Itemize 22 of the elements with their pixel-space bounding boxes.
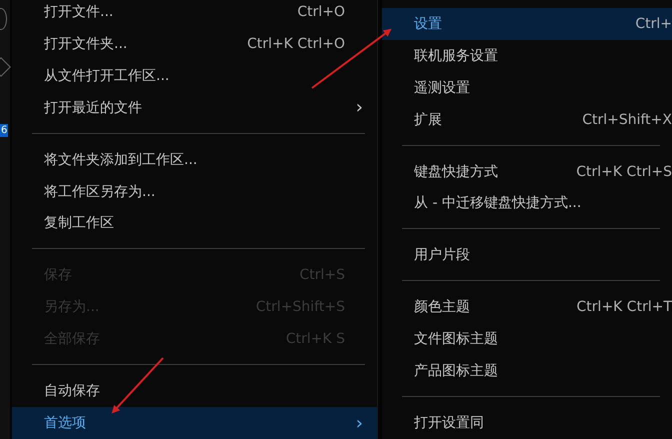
annotation-arrow [112,357,164,414]
menu-item[interactable]: 键盘快捷方式 Ctrl+K Ctrl+S [382,156,672,188]
menu-item[interactable]: 从文件打开工作区... [12,60,377,92]
menu-item[interactable]: 遥测设置 [382,72,672,104]
menu-item[interactable]: 自动保存 [12,375,377,408]
menu-item[interactable]: 从 - 中迁移键盘快捷方式... [382,188,672,220]
menu-item[interactable]: 打开文件... Ctrl+O [12,0,377,28]
menu-item[interactable]: 扩展 Ctrl+Shift+X [382,104,672,136]
menu-item[interactable]: 产品图标主题 [382,355,672,388]
menu-item[interactable]: 打开最近的文件 › [12,92,377,124]
menu-item[interactable]: 设置 Ctrl+ [382,8,672,40]
menu-item[interactable]: 首选项 › [12,407,377,439]
menu-item[interactable]: 颜色主题 Ctrl+K Ctrl+T [382,291,672,324]
menu-item[interactable]: 联机服务设置 [382,40,672,72]
menu-item[interactable]: 用户片段 [382,239,672,272]
notification-badge: 6 [0,124,8,137]
menu-item[interactable]: 复制工作区 [12,208,377,240]
menu-item[interactable]: 文件图标主题 [382,323,672,356]
menu-item[interactable]: 将工作区另存为... [12,176,377,208]
menu-item[interactable]: 打开设置同 [382,407,672,439]
menu-item[interactable]: 将文件夹添加到工作区... [12,144,377,176]
menu-item[interactable]: 打开文件夹... Ctrl+K Ctrl+O [12,28,377,60]
